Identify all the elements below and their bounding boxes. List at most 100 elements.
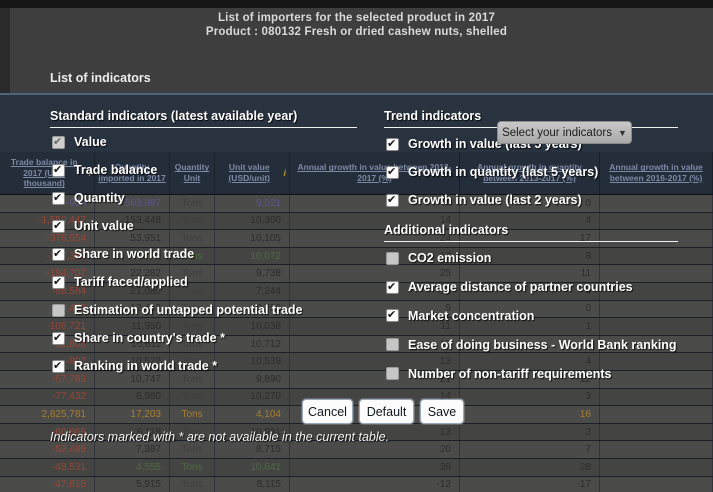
indicator-row: Trade balance	[50, 156, 370, 184]
table-cell: -17	[460, 477, 600, 492]
indicator-label[interactable]: CO2 emission	[408, 251, 491, 265]
indicator-checkbox[interactable]	[386, 338, 399, 351]
table-cell: 4,555	[95, 459, 170, 476]
table-cell: 4,104	[215, 406, 290, 423]
table-cell: 8,980	[95, 389, 170, 406]
table-row: -47,8155,915Tons8,115-12-17	[0, 477, 713, 492]
indicator-checkbox[interactable]	[386, 166, 399, 179]
table-cell: -47,815	[0, 477, 95, 492]
indicator-label[interactable]: Ease of doing business - World Bank rank…	[408, 338, 677, 352]
table-row: 2,825,78117,203Tons4,1041516	[0, 406, 713, 424]
indicator-row: Ranking in world trade *	[50, 352, 370, 380]
table-cell: 17,203	[95, 406, 170, 423]
table-row: -77,4328,980Tons10,270143	[0, 389, 713, 407]
list-of-indicators-title: List of indicators	[50, 71, 151, 85]
indicator-checkbox[interactable]	[52, 276, 65, 289]
indicator-label[interactable]: Value	[74, 135, 107, 149]
additional-indicators-list: CO2 emission Average distance of partner …	[384, 244, 704, 388]
select-your-indicators-dropdown[interactable]: Select your indicators ▼	[497, 121, 632, 144]
table-cell	[600, 406, 713, 423]
indicator-label[interactable]: Trade balance	[74, 163, 157, 177]
chevron-down-icon: ▼	[618, 128, 627, 138]
indicator-label[interactable]: Quantity	[74, 191, 125, 205]
heading-underline	[384, 241, 678, 242]
table-cell: -77,432	[0, 389, 95, 406]
indicator-label[interactable]: Ranking in world trade *	[74, 359, 217, 373]
table-cell: -12	[290, 477, 460, 492]
indicator-checkbox[interactable]	[52, 248, 65, 261]
additional-indicators-section: Additional indicators	[384, 223, 678, 242]
indicator-row: Value	[50, 128, 370, 156]
screen: List of importers for the selected produ…	[0, 0, 713, 492]
table-row: -48,5314,555Tons10,6413928	[0, 459, 713, 477]
indicator-checkbox[interactable]	[52, 164, 65, 177]
indicator-checkbox[interactable]	[386, 138, 399, 151]
indicator-row: Average distance of partner countries	[384, 273, 704, 302]
indicator-row: Share in country's trade *	[50, 324, 370, 352]
top-bar	[0, 0, 713, 8]
table-cell: 7	[460, 441, 600, 458]
product-subtitle: Product : 080132 Fresh or dried cashew n…	[0, 26, 713, 38]
indicator-label[interactable]: Unit value	[74, 219, 134, 233]
indicator-row: CO2 emission	[384, 244, 704, 273]
standard-indicators-heading: Standard indicators (latest available ye…	[50, 109, 357, 123]
indicator-row: Growth in value (last 2 years)	[384, 186, 704, 214]
indicator-row: Number of non-tariff requirements	[384, 359, 704, 388]
table-cell: 16	[460, 406, 600, 423]
indicator-label[interactable]: Estimation of untapped potential trade	[74, 303, 302, 317]
indicator-row: Tariff faced/applied	[50, 268, 370, 296]
table-cell: 5,915	[95, 477, 170, 492]
indicator-label[interactable]: Share in country's trade *	[74, 331, 225, 345]
table-cell: 10,641	[215, 459, 290, 476]
table-cell: 39	[290, 459, 460, 476]
table-cell	[600, 459, 713, 476]
table-cell: 8,115	[215, 477, 290, 492]
asterisk-footnote: Indicators marked with * are not availab…	[50, 430, 389, 444]
table-cell	[600, 389, 713, 406]
table-cell: 3	[460, 424, 600, 441]
additional-indicators-heading: Additional indicators	[384, 223, 678, 237]
indicator-row: Growth in quantity (last 5 years)	[384, 158, 704, 186]
table-cell	[600, 477, 713, 492]
standard-indicators-section: Standard indicators (latest available ye…	[50, 109, 357, 128]
indicator-label[interactable]: Growth in quantity (last 5 years)	[408, 165, 598, 179]
indicator-row: Ease of doing business - World Bank rank…	[384, 330, 704, 359]
dropdown-label: Select your indicators	[502, 127, 612, 139]
default-button[interactable]: Default	[359, 399, 414, 424]
table-cell: 28	[460, 459, 600, 476]
table-cell	[600, 441, 713, 458]
table-cell: Tons	[170, 406, 215, 423]
indicator-label[interactable]: Share in world trade	[74, 247, 194, 261]
indicator-checkbox[interactable]	[52, 360, 65, 373]
indicator-checkbox[interactable]	[52, 304, 65, 317]
table-cell: 10,270	[215, 389, 290, 406]
standard-indicators-list: Value Trade balance Quantity Unit value Shar…	[50, 128, 370, 380]
indicator-checkbox[interactable]	[52, 192, 65, 205]
indicator-row: Unit value	[50, 212, 370, 240]
page-title: List of importers for the selected produ…	[0, 12, 713, 24]
indicator-checkbox[interactable]	[386, 367, 399, 380]
table-cell	[600, 424, 713, 441]
indicator-label[interactable]: Growth in value (last 2 years)	[408, 193, 582, 207]
indicator-label[interactable]: Tariff faced/applied	[74, 275, 188, 289]
indicator-checkbox[interactable]	[386, 194, 399, 207]
indicator-label[interactable]: Number of non-tariff requirements	[408, 367, 612, 381]
indicator-label[interactable]: Market concentration	[408, 309, 534, 323]
save-button[interactable]: Save	[420, 399, 464, 424]
indicator-row: Quantity	[50, 184, 370, 212]
indicator-checkbox[interactable]	[52, 220, 65, 233]
indicator-label[interactable]: Average distance of partner countries	[408, 280, 633, 294]
table-cell: Tons	[170, 389, 215, 406]
table-cell: 2,825,781	[0, 406, 95, 423]
table-cell: Tons	[170, 459, 215, 476]
indicator-checkbox[interactable]	[386, 309, 399, 322]
indicator-row: Market concentration	[384, 302, 704, 331]
indicator-row: Estimation of untapped potential trade	[50, 296, 370, 324]
cancel-button[interactable]: Cancel	[302, 399, 353, 424]
indicator-checkbox[interactable]	[52, 136, 65, 149]
table-cell: 3	[460, 389, 600, 406]
indicator-checkbox[interactable]	[386, 252, 399, 265]
indicator-checkbox[interactable]	[52, 332, 65, 345]
table-cell: -48,531	[0, 459, 95, 476]
indicator-checkbox[interactable]	[386, 281, 399, 294]
